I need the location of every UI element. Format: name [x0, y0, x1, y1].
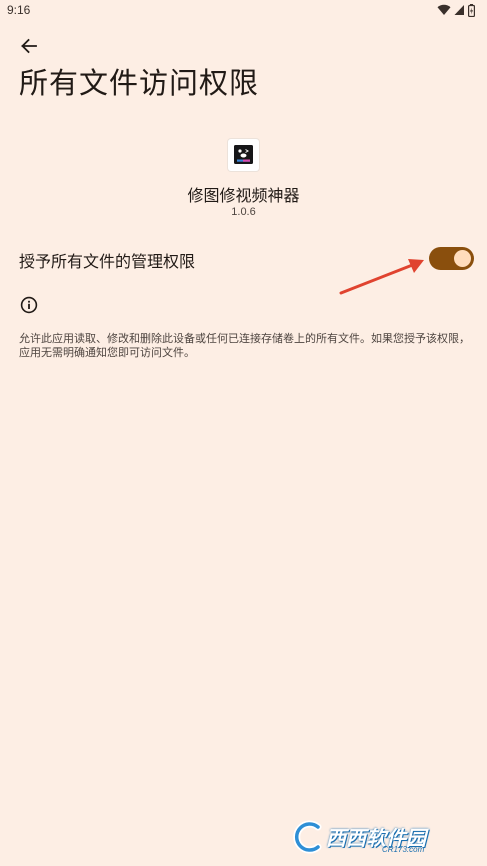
back-button[interactable] — [12, 30, 46, 62]
app-version: 1.0.6 — [231, 206, 256, 218]
watermark-url: CR173.com — [382, 845, 425, 854]
all-files-access-toggle[interactable] — [429, 247, 474, 270]
wifi-icon — [437, 4, 451, 16]
signal-icon — [454, 5, 464, 15]
info-icon — [20, 296, 38, 314]
setting-label: 授予所有文件的管理权限 — [19, 252, 196, 271]
watermark-logo-icon — [293, 820, 322, 854]
watermark: 西西软件园 CR173.com — [288, 818, 468, 856]
arrow-left-icon — [21, 38, 37, 54]
status-time: 9:16 — [7, 3, 31, 17]
toggle-thumb — [454, 250, 471, 267]
annotation-arrow-icon — [339, 259, 424, 295]
app-icon — [228, 139, 259, 171]
app-name: 修图修视频神器 — [187, 186, 300, 205]
status-bar: 9:16 — [0, 0, 487, 22]
page-title: 所有文件访问权限 — [19, 66, 260, 100]
status-icons — [437, 3, 475, 17]
battery-icon — [468, 3, 475, 17]
permission-description: 允许此应用读取、修改和删除此设备或任何已连接存储卷上的所有文件。如果您授予该权限… — [19, 332, 470, 359]
